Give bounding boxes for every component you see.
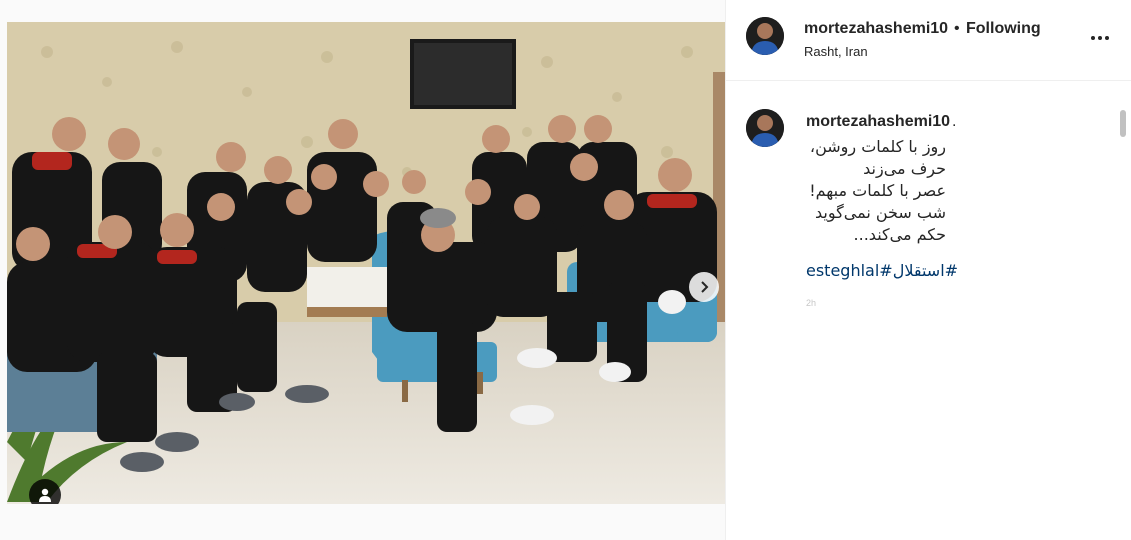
user-tag-button[interactable] xyxy=(29,479,61,504)
post-details-panel: mortezahashemi10 • Following Rasht, Iran… xyxy=(725,0,1131,540)
separator-dot: • xyxy=(954,20,960,37)
more-options-button[interactable] xyxy=(1088,28,1112,48)
caption-line: حکم می‌کند... xyxy=(853,225,946,244)
caption-line: حرف می‌زند xyxy=(863,159,946,178)
profile-picture xyxy=(746,17,784,55)
carousel-next-button[interactable] xyxy=(689,272,719,302)
avatar[interactable] xyxy=(746,17,784,55)
location-link[interactable]: Rasht, Iran xyxy=(804,44,868,59)
user-tag-icon xyxy=(39,488,51,502)
following-button[interactable]: Following xyxy=(966,20,1041,38)
caption-text: روز با کلمات روشن، حرف می‌زند عصر با کلم… xyxy=(806,136,946,246)
caption-avatar[interactable] xyxy=(746,109,784,147)
post-photo[interactable] xyxy=(7,22,725,504)
instagram-post-view: mortezahashemi10 • Following Rasht, Iran… xyxy=(0,0,1131,540)
post-timestamp: 2h xyxy=(806,298,817,308)
caption-trailing-dot: . xyxy=(952,113,957,130)
caption-line: روز با کلمات روشن، xyxy=(809,137,946,156)
caption-line: عصر با کلمات مبهم! xyxy=(809,181,946,200)
post-header: mortezahashemi10 • Following Rasht, Iran xyxy=(726,0,1131,81)
team-photo-image xyxy=(7,22,725,504)
caption-username[interactable]: mortezahashemi10 xyxy=(806,113,950,131)
more-horizontal-icon xyxy=(1091,36,1095,40)
profile-picture xyxy=(746,109,784,147)
hashtag-links[interactable]: #استقلال#esteghlal xyxy=(806,261,958,280)
post-username[interactable]: mortezahashemi10 xyxy=(804,20,948,38)
chevron-right-icon xyxy=(701,281,709,293)
scrollbar[interactable] xyxy=(1120,110,1126,137)
caption-line: شب سخن نمی‌گوید xyxy=(815,203,946,222)
caption-section: mortezahashemi10 . روز با کلمات روشن، حر… xyxy=(726,82,1131,540)
